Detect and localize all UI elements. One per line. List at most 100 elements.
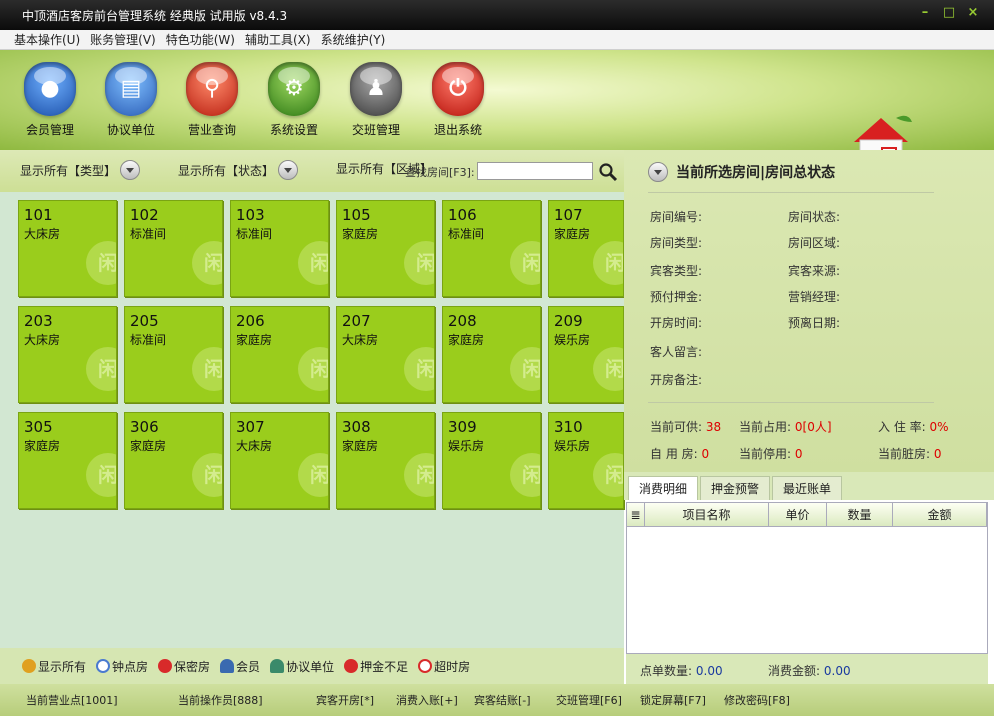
chevron-down-icon[interactable] (120, 160, 141, 180)
col-item-name[interactable]: 项目名称 (645, 503, 769, 526)
menu-tools[interactable]: 辅助工具(X) (245, 31, 311, 48)
clock-icon (96, 659, 111, 673)
legend-overtime[interactable]: 超时房 (418, 658, 470, 675)
room-number: 309 (448, 418, 477, 436)
room-tile[interactable]: 102 标准间闲 (124, 200, 223, 297)
legend-hourly[interactable]: 钟点房 (96, 658, 148, 675)
tab-recent-bills[interactable]: 最近账单 (772, 476, 843, 500)
room-type: 娱乐房 (554, 333, 591, 347)
field-checkin-time: 开房时间: (650, 316, 703, 330)
room-type: 大床房 (342, 333, 379, 347)
search-icon[interactable] (598, 162, 618, 182)
vacant-watermark-icon: 闲 (510, 241, 540, 285)
no-entry-icon (158, 659, 173, 673)
room-type: 标准间 (448, 227, 485, 241)
room-tile[interactable]: 305 家庭房闲 (18, 412, 117, 509)
search-room-input[interactable] (477, 162, 593, 180)
room-type: 家庭房 (130, 439, 167, 453)
room-tile[interactable]: 209 娱乐房闲 (548, 306, 624, 403)
sun-icon (22, 659, 36, 673)
room-number: 209 (554, 312, 583, 330)
room-type: 标准间 (130, 227, 167, 241)
consumption-entry-shortcut[interactable]: 消费入账[+] (396, 692, 458, 708)
legend-deposit-low[interactable]: 押金不足 (344, 658, 408, 675)
contract-unit-button[interactable]: ▤ 协议单位 (95, 62, 167, 138)
room-status-panel: 当前所选房间|房间总状态 房间编号: 房间类型: 宾客类型: 预付押金: 开房时… (624, 150, 994, 472)
menu-accounts[interactable]: 账务管理(V) (90, 31, 156, 48)
change-password-shortcut[interactable]: 修改密码[F8] (724, 692, 790, 708)
type-filter[interactable]: 显示所有【类型】 (20, 160, 141, 180)
member-button[interactable]: ● 会员管理 (14, 62, 86, 138)
room-number: 310 (554, 418, 583, 436)
vacant-watermark-icon: 闲 (298, 453, 328, 497)
room-type: 娱乐房 (554, 439, 591, 453)
tab-consumption[interactable]: 消费明细 (628, 476, 699, 500)
prohibit-icon (418, 659, 433, 673)
legend-private[interactable]: 保密房 (158, 658, 210, 675)
guest-checkin-shortcut[interactable]: 宾客开房[*] (316, 692, 374, 708)
col-quantity[interactable]: 数量 (827, 503, 893, 526)
vacant-watermark-icon: 闲 (86, 453, 116, 497)
room-tile[interactable]: 203 大床房闲 (18, 306, 117, 403)
room-tile[interactable]: 106 标准间闲 (442, 200, 541, 297)
col-price[interactable]: 单价 (769, 503, 827, 526)
chevron-down-icon[interactable] (278, 160, 299, 180)
room-tile[interactable]: 101 大床房闲 (18, 200, 117, 297)
room-tile[interactable]: 205 标准间闲 (124, 306, 223, 403)
room-tile[interactable]: 107 家庭房闲 (548, 200, 624, 297)
room-type: 标准间 (236, 227, 273, 241)
status-filter[interactable]: 显示所有【状态】 (178, 160, 299, 180)
power-icon: ⏻ (432, 62, 484, 116)
vacant-watermark-icon: 闲 (298, 347, 328, 391)
title-bar: 中顶酒店客房前台管理系统 经典版 试用版 v8.4.3 – □ × (0, 0, 994, 30)
room-tile[interactable]: 306 家庭房闲 (124, 412, 223, 509)
menu-maintenance[interactable]: 系统维护(Y) (321, 31, 386, 48)
minimize-button[interactable]: – (918, 6, 932, 20)
list-icon[interactable]: ≣ (627, 503, 645, 526)
room-number: 102 (130, 206, 159, 224)
window-controls: – □ × (918, 6, 980, 20)
member-icon: ● (24, 62, 76, 116)
warning-icon (344, 659, 359, 673)
lock-screen-shortcut[interactable]: 锁定屏幕[F7] (640, 692, 706, 708)
room-tile[interactable]: 308 家庭房闲 (336, 412, 435, 509)
vacant-watermark-icon: 闲 (593, 241, 623, 285)
maximize-button[interactable]: □ (942, 6, 956, 20)
people-icon (270, 659, 285, 673)
room-tile[interactable]: 206 家庭房闲 (230, 306, 329, 403)
shift-management-button[interactable]: ♟ 交班管理 (340, 62, 412, 138)
room-tile[interactable]: 307 大床房闲 (230, 412, 329, 509)
field-guest-type: 宾客类型: (650, 264, 703, 278)
legend-show-all[interactable]: 显示所有 (22, 658, 86, 675)
room-number: 101 (24, 206, 53, 224)
business-query-button[interactable]: ⚲ 营业查询 (176, 62, 248, 138)
close-button[interactable]: × (966, 6, 980, 20)
room-number: 206 (236, 312, 265, 330)
room-tile[interactable]: 208 家庭房闲 (442, 306, 541, 403)
exit-system-button[interactable]: ⏻ 退出系统 (422, 62, 494, 138)
room-tile[interactable]: 310 娱乐房闲 (548, 412, 624, 509)
vacant-watermark-icon: 闲 (298, 241, 328, 285)
room-tile[interactable]: 103 标准间闲 (230, 200, 329, 297)
menu-basic[interactable]: 基本操作(U) (14, 31, 80, 48)
room-tile[interactable]: 105 家庭房闲 (336, 200, 435, 297)
room-grid: 101 大床房闲 102 标准间闲 103 标准间闲 105 家庭房闲 106 标准间闲 107 家庭… (0, 192, 624, 648)
menu-features[interactable]: 特色功能(W) (166, 31, 235, 48)
tab-deposit-alert[interactable]: 押金预警 (700, 476, 771, 500)
legend-contract[interactable]: 协议单位 (270, 658, 334, 675)
room-tile[interactable]: 207 大床房闲 (336, 306, 435, 403)
system-settings-button[interactable]: ⚙ 系统设置 (258, 62, 330, 138)
room-number: 305 (24, 418, 53, 436)
col-amount[interactable]: 金额 (893, 503, 987, 526)
guest-checkout-shortcut[interactable]: 宾客结账[-] (474, 692, 531, 708)
room-number: 103 (236, 206, 265, 224)
chevron-down-icon[interactable] (648, 162, 668, 182)
summary-self-use: 自 用 房: 0 (650, 447, 710, 461)
vacant-watermark-icon: 闲 (192, 241, 222, 285)
room-tile[interactable]: 309 娱乐房闲 (442, 412, 541, 509)
field-room-status: 房间状态: (788, 210, 841, 224)
summary-dirty: 当前脏房: 0 (878, 447, 942, 461)
shift-shortcut[interactable]: 交班管理[F6] (556, 692, 622, 708)
contract-icon: ▤ (105, 62, 157, 116)
legend-member[interactable]: 会员 (220, 658, 260, 675)
